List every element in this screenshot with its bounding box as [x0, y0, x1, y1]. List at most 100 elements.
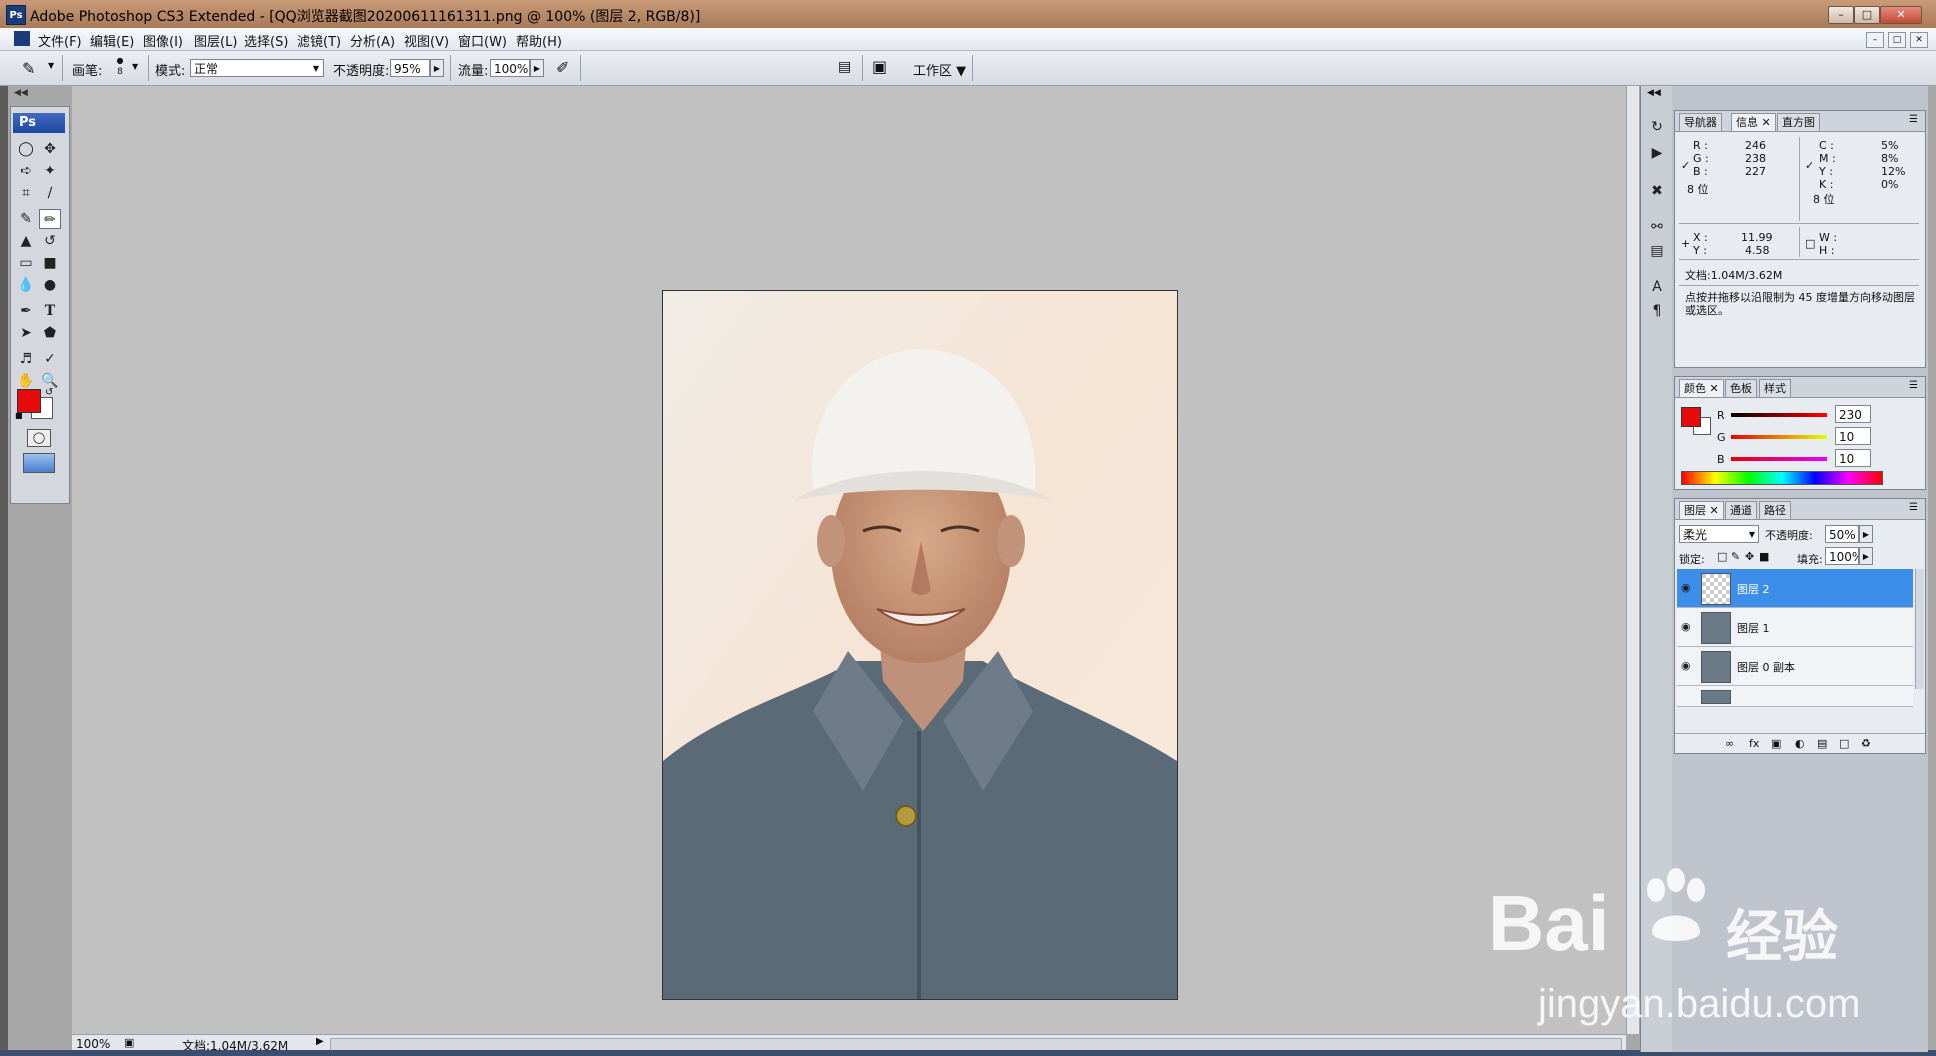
lasso-tool-icon[interactable]: ➪ [15, 161, 37, 181]
menu-analysis[interactable]: 分析(A) [350, 31, 395, 50]
clone-stamp-tool-icon[interactable]: ▲ [15, 231, 37, 251]
preset-dropdown-arrow-icon[interactable]: ▼ [48, 61, 54, 70]
eraser-tool-icon[interactable]: ▭ [15, 253, 37, 273]
color-r-slider[interactable] [1731, 413, 1827, 417]
eyedropper-tool-icon[interactable]: ✓ [39, 349, 61, 369]
brush-tool-preset-icon[interactable]: ✎ [22, 59, 35, 78]
tab-navigator[interactable]: 导航器 [1679, 113, 1722, 131]
type-tool-icon[interactable]: T [39, 301, 61, 321]
menu-file[interactable]: 文件(F) [38, 31, 82, 50]
gradient-tool-icon[interactable]: ■ [39, 253, 61, 273]
tab-styles[interactable]: 样式 [1759, 379, 1791, 397]
new-layer-icon[interactable]: □ [1839, 737, 1849, 750]
healing-brush-tool-icon[interactable]: ✎ [15, 209, 37, 229]
link-layers-icon[interactable]: ∞ [1725, 737, 1734, 750]
airbrush-icon[interactable]: ✐ [556, 58, 569, 77]
menu-select[interactable]: 选择(S) [244, 31, 288, 50]
menu-help[interactable]: 帮助(H) [516, 31, 562, 50]
workspace-button[interactable]: 工作区 ▼ [913, 60, 966, 79]
panel-menu-icon[interactable]: ☰ [1909, 114, 1918, 125]
menu-window[interactable]: 窗口(W) [458, 31, 507, 50]
visibility-eye-icon[interactable]: ◉ [1681, 620, 1691, 633]
status-arrow-icon[interactable]: ▶ [316, 1036, 324, 1047]
tab-histogram[interactable]: 直方图 [1777, 113, 1820, 131]
menu-edit[interactable]: 编辑(E) [90, 31, 134, 50]
dock-collapse-arrows-icon[interactable]: ◀◀ [1647, 88, 1661, 98]
shape-tool-icon[interactable]: ⬟ [39, 323, 61, 343]
doc-close-button[interactable]: ✕ [1910, 32, 1928, 48]
foreground-color-swatch[interactable] [17, 389, 41, 413]
brush-size-picker[interactable]: ● 8 [114, 56, 126, 80]
notes-tool-icon[interactable]: ♬ [15, 349, 37, 369]
screen-mode-icon[interactable] [23, 453, 55, 473]
history-brush-tool-icon[interactable]: ↺ [39, 231, 61, 251]
color-ramp[interactable] [1681, 471, 1883, 485]
layer-opacity-input[interactable]: 50% [1825, 525, 1859, 543]
marquee-tool-icon[interactable]: ◯ [15, 139, 37, 159]
layer-mask-icon[interactable]: ▣ [1771, 737, 1781, 750]
tab-layers[interactable]: 图层 ✕ [1679, 501, 1724, 519]
maximize-button[interactable]: □ [1854, 6, 1880, 24]
layer-row-partial[interactable] [1677, 686, 1913, 707]
opacity-slider-arrow-icon[interactable]: ▶ [430, 59, 444, 77]
opacity-input[interactable]: 95% [390, 59, 430, 77]
crop-tool-icon[interactable]: ⌗ [15, 183, 37, 203]
tab-close-icon[interactable]: ✕ [1710, 382, 1719, 395]
tab-info[interactable]: 信息 ✕ [1731, 113, 1776, 131]
brush-dropdown-arrow-icon[interactable]: ▼ [132, 62, 138, 71]
delete-layer-icon[interactable]: ♻ [1861, 737, 1871, 750]
swap-colors-icon[interactable]: ↺ [45, 387, 53, 398]
lock-position-icon[interactable]: ✥ [1745, 550, 1754, 563]
panel-menu-icon[interactable]: ☰ [1909, 380, 1918, 391]
lock-all-icon[interactable]: ■ [1759, 550, 1769, 563]
color-panel-foreground-swatch[interactable] [1681, 407, 1701, 427]
pen-tool-icon[interactable]: ✒ [15, 301, 37, 321]
adjustment-layer-icon[interactable]: ◐ [1795, 737, 1805, 750]
lock-image-icon[interactable]: ✎ [1731, 550, 1740, 563]
slice-tool-icon[interactable]: ∕ [39, 183, 61, 203]
panel-menu-icon[interactable]: ☰ [1909, 502, 1918, 513]
path-selection-tool-icon[interactable]: ➤ [15, 323, 37, 343]
move-tool-icon[interactable]: ✥ [39, 139, 61, 159]
character-panel-icon[interactable]: A [1645, 276, 1669, 298]
doc-minimize-button[interactable]: – [1866, 32, 1884, 48]
layer-row[interactable]: ◉ 图层 0 副本 [1677, 647, 1913, 686]
blend-mode-select[interactable]: 柔光 ▼ [1679, 525, 1759, 543]
layer-style-icon[interactable]: fx [1749, 737, 1759, 750]
mode-select[interactable]: 正常 ▼ [190, 59, 324, 77]
flow-slider-arrow-icon[interactable]: ▶ [530, 59, 544, 77]
history-panel-icon[interactable]: ↻ [1645, 116, 1669, 138]
color-b-input[interactable]: 10 [1835, 449, 1871, 467]
canvas-area[interactable] [72, 86, 1626, 1034]
minimize-button[interactable]: – [1828, 6, 1854, 24]
tab-swatches[interactable]: 色板 [1725, 379, 1757, 397]
flow-input[interactable]: 100% [490, 59, 530, 77]
menu-image[interactable]: 图像(I) [143, 31, 183, 50]
layers-scrollbar[interactable] [1915, 569, 1924, 689]
collapse-arrows-icon[interactable]: ◀◀ [14, 88, 28, 98]
menu-layer[interactable]: 图层(L) [194, 31, 237, 50]
fill-arrow-icon[interactable]: ▶ [1859, 547, 1873, 565]
color-g-input[interactable]: 10 [1835, 427, 1871, 445]
dodge-tool-icon[interactable]: ● [39, 275, 61, 295]
close-button[interactable]: ✕ [1880, 6, 1922, 24]
color-r-input[interactable]: 230 [1835, 405, 1871, 423]
hand-tool-icon[interactable]: ✋ [15, 371, 37, 391]
tool-presets-panel-icon[interactable]: ✖ [1645, 180, 1669, 202]
doc-restore-button[interactable]: □ [1888, 32, 1906, 48]
bridge-icon[interactable]: ▣ [872, 57, 887, 76]
lock-transparency-icon[interactable]: □ [1717, 550, 1727, 563]
status-menu-icon[interactable]: ▣ [124, 1036, 134, 1049]
visibility-eye-icon[interactable]: ◉ [1681, 659, 1691, 672]
tab-close-icon[interactable]: ✕ [1762, 116, 1771, 129]
fill-input[interactable]: 100% [1825, 547, 1859, 565]
tab-channels[interactable]: 通道 [1725, 501, 1757, 519]
color-g-slider[interactable] [1731, 435, 1827, 439]
tab-close-icon[interactable]: ✕ [1710, 504, 1719, 517]
blur-tool-icon[interactable]: 💧 [15, 275, 37, 295]
layer-row[interactable]: ◉ 图层 1 [1677, 608, 1913, 647]
new-group-icon[interactable]: ▤ [1817, 737, 1827, 750]
visibility-eye-icon[interactable]: ◉ [1681, 581, 1691, 594]
brushes-panel-icon[interactable]: ⚯ [1645, 216, 1669, 238]
magic-wand-tool-icon[interactable]: ✦ [39, 161, 61, 181]
